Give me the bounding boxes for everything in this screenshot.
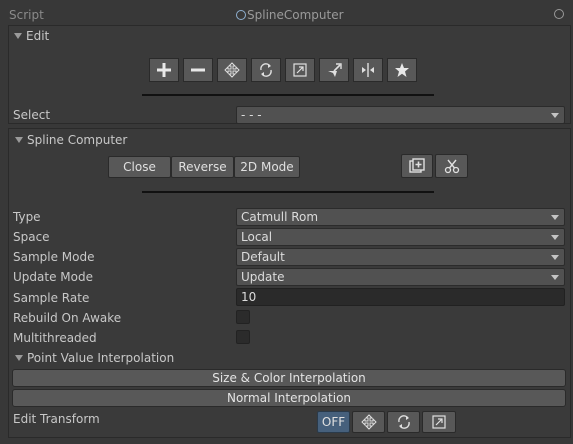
spline-computer-foldout[interactable]: Spline Computer: [15, 131, 127, 149]
rebuild-on-awake-label: Rebuild On Awake: [13, 311, 122, 325]
rotate-icon: [397, 415, 410, 429]
chevron-down-icon: [551, 235, 559, 240]
update-mode-dropdown[interactable]: Update: [236, 268, 565, 286]
foldout-arrow-icon: [15, 355, 23, 361]
move-icon: [224, 62, 240, 78]
select-value: - - -: [241, 108, 262, 122]
spline-divider: [142, 191, 434, 193]
multithreaded-label: Multithreaded: [13, 331, 97, 345]
mirror-icon: [362, 63, 374, 77]
2d-mode-button[interactable]: 2D Mode: [234, 156, 300, 178]
point-value-interpolation-title: Point Value Interpolation: [27, 351, 175, 365]
script-field[interactable]: SplineComputer: [234, 6, 568, 24]
space-value: Local: [241, 230, 273, 244]
edit-transform-scale-toggle[interactable]: [422, 411, 456, 433]
edit-foldout[interactable]: Edit: [14, 27, 49, 45]
point-value-interpolation-foldout[interactable]: Point Value Interpolation: [15, 349, 174, 367]
move-icon: [360, 414, 377, 430]
scale-tool-button[interactable]: [285, 58, 315, 82]
space-dropdown[interactable]: Local: [236, 228, 565, 246]
rotate-tool-button[interactable]: [251, 58, 281, 82]
cut-button[interactable]: [435, 154, 468, 178]
sample-mode-value: Default: [241, 250, 285, 264]
remove-tool-button[interactable]: [183, 58, 213, 82]
object-picker-icon[interactable]: [554, 9, 564, 19]
reverse-button[interactable]: Reverse: [171, 156, 234, 178]
rebuild-on-awake-checkbox[interactable]: [236, 310, 250, 324]
sample-mode-dropdown[interactable]: Default: [236, 248, 565, 266]
foldout-arrow-icon: [15, 137, 23, 143]
frame-icon: [409, 158, 425, 173]
edit-transform-label: Edit Transform: [13, 412, 100, 426]
type-value: Catmull Rom: [241, 210, 319, 224]
minus-icon: [191, 68, 205, 72]
rotate-icon: [260, 63, 272, 77]
type-dropdown[interactable]: Catmull Rom: [236, 208, 565, 226]
chevron-down-icon: [551, 215, 559, 220]
mirror-tool-button[interactable]: [353, 58, 383, 82]
script-value: SplineComputer: [247, 8, 344, 22]
scissors-icon: [444, 159, 459, 174]
update-mode-value: Update: [241, 270, 285, 284]
multithreaded-checkbox[interactable]: [236, 330, 250, 344]
normal-icon: [328, 63, 342, 77]
size-color-interpolation-button[interactable]: Size & Color Interpolation: [12, 369, 566, 387]
normal-tool-button[interactable]: [319, 58, 349, 82]
chevron-down-icon: [551, 255, 559, 260]
star-icon: [395, 63, 409, 77]
update-mode-label: Update Mode: [13, 270, 93, 284]
move-tool-button[interactable]: [217, 58, 247, 82]
edit-transform-off-toggle[interactable]: OFF: [317, 411, 350, 433]
spline-computer-title: Spline Computer: [27, 133, 128, 147]
sample-rate-label: Sample Rate: [13, 291, 90, 305]
merge-tool-button[interactable]: [387, 58, 417, 82]
add-tool-button[interactable]: [149, 58, 179, 82]
edit-transform-rotate-toggle[interactable]: [387, 411, 420, 433]
space-label: Space: [13, 230, 50, 244]
script-label: Script: [9, 8, 44, 22]
chevron-down-icon: [551, 113, 559, 118]
select-label: Select: [13, 108, 51, 122]
normal-interpolation-button[interactable]: Normal Interpolation: [12, 389, 566, 407]
plus-icon: [157, 63, 171, 77]
edit-divider: [142, 94, 434, 96]
scale-icon: [432, 415, 446, 429]
close-button[interactable]: Close: [108, 156, 171, 178]
sample-rate-input[interactable]: 10: [236, 288, 565, 306]
edit-transform-move-toggle[interactable]: [352, 411, 385, 433]
select-dropdown[interactable]: - - -: [236, 106, 565, 124]
script-asset-icon: [236, 10, 246, 20]
foldout-arrow-icon: [14, 33, 22, 39]
edit-title: Edit: [26, 29, 50, 43]
chevron-down-icon: [551, 275, 559, 280]
frame-button[interactable]: [401, 154, 433, 178]
type-label: Type: [13, 210, 41, 224]
scale-icon: [293, 63, 307, 77]
sample-mode-label: Sample Mode: [13, 250, 95, 264]
